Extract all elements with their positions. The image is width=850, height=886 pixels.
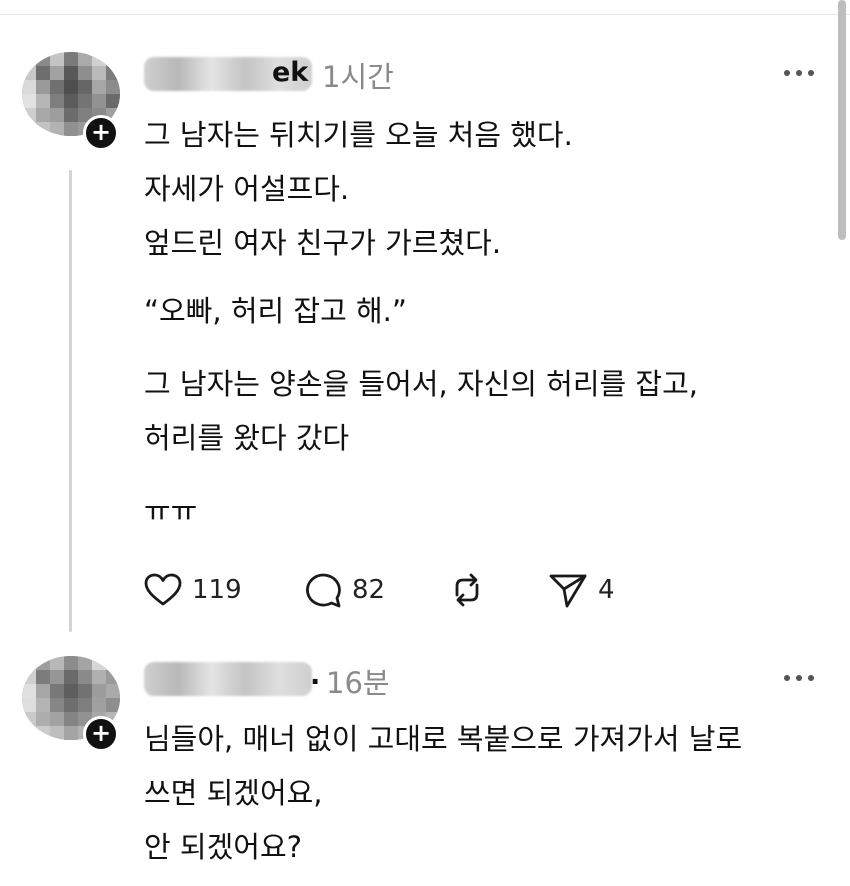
post-line: 그 남자는 양손을 들어서, 자신의 허리를 잡고, bbox=[144, 367, 698, 401]
username-visible-part[interactable]: . bbox=[310, 660, 320, 691]
thread-post: + . 16분 님들아, 매너 없이 고대로 복붙으로 가져가서 날로 쓰면 되… bbox=[0, 640, 850, 886]
username-redacted bbox=[144, 662, 312, 696]
more-icon[interactable] bbox=[784, 675, 814, 681]
username-visible-part[interactable]: ek bbox=[272, 57, 308, 88]
post-line: 허리를 왔다 갔다 bbox=[144, 421, 350, 455]
heart-icon bbox=[144, 573, 182, 607]
post-timestamp: 1시간 bbox=[322, 60, 394, 94]
thread-post: + ek 1시간 그 남자는 뒤치기를 오늘 처음 했다. 자세가 어설프다. … bbox=[0, 0, 850, 640]
comment-count: 82 bbox=[352, 575, 386, 605]
follow-plus-icon[interactable]: + bbox=[83, 115, 119, 151]
comment-bubble-icon bbox=[304, 571, 342, 609]
post-line: ㅠㅠ bbox=[144, 494, 198, 528]
post-timestamp: 16분 bbox=[326, 666, 390, 700]
post-line: “오빠, 허리 잡고 해.” bbox=[144, 294, 407, 328]
share-button[interactable]: 4 bbox=[548, 570, 615, 610]
post-line: 그 남자는 뒤치기를 오늘 처음 했다. bbox=[144, 118, 573, 152]
thread-line bbox=[69, 170, 72, 632]
like-button[interactable]: 119 bbox=[144, 570, 242, 610]
more-icon[interactable] bbox=[784, 70, 814, 76]
post-line bbox=[144, 270, 824, 284]
post-line bbox=[144, 338, 824, 357]
post-body: 님들아, 매너 없이 고대로 복붙으로 가져가서 날로 쓰면 되겠어요, 안 되… bbox=[144, 712, 824, 874]
post-line: 자세가 어설프다. bbox=[144, 172, 350, 206]
post-actions: 119 82 4 bbox=[144, 570, 644, 610]
like-count: 119 bbox=[192, 575, 242, 605]
repost-icon bbox=[448, 571, 486, 609]
post-body: 그 남자는 뒤치기를 오늘 처음 했다. 자세가 어설프다. 엎드린 여자 친구… bbox=[144, 108, 824, 538]
post-line: 님들아, 매너 없이 고대로 복붙으로 가져가서 날로 bbox=[144, 722, 743, 756]
post-line: 쓰면 되겠어요, bbox=[144, 776, 323, 810]
post-line: 엎드린 여자 친구가 가르쳤다. bbox=[144, 226, 502, 260]
post-line bbox=[144, 465, 824, 484]
comment-button[interactable]: 82 bbox=[304, 570, 385, 610]
share-count: 4 bbox=[598, 575, 615, 605]
follow-plus-icon[interactable]: + bbox=[83, 716, 119, 752]
send-icon bbox=[548, 571, 588, 609]
post-line: 안 되겠어요? bbox=[144, 830, 303, 864]
repost-button[interactable] bbox=[448, 570, 486, 610]
